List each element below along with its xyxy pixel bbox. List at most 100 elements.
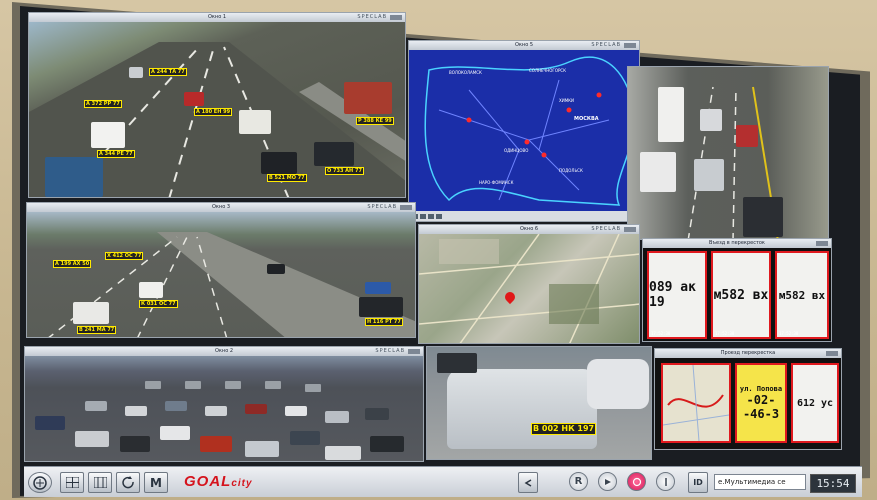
satellite-window-6[interactable]: Окно 6 SPECLAB	[418, 224, 640, 344]
car	[658, 87, 684, 142]
window-controls-icon[interactable]	[826, 351, 838, 356]
arrow-icon	[524, 478, 532, 487]
window-brand: SPECLAB	[375, 348, 405, 354]
map-label: НАРО-ФОМИНСК	[479, 180, 514, 185]
video-window-2[interactable]: Окно 2 SPECLAB	[24, 346, 424, 462]
record-button[interactable]: R	[569, 472, 588, 491]
play-icon	[604, 478, 611, 485]
window-controls-icon[interactable]	[816, 241, 828, 246]
plate-label: В 241 МА 77	[77, 326, 117, 334]
window-title: Окно 6	[519, 226, 539, 232]
target-icon	[632, 477, 641, 486]
plate-capture-window-entry[interactable]: Въезд в перекресток 089 ак 19 17:52:38 м…	[642, 238, 832, 342]
window-titlebar[interactable]: Окно 1 SPECLAB	[29, 13, 405, 22]
window-titlebar[interactable]: Окно 6 SPECLAB	[419, 225, 639, 234]
layout-icon	[93, 477, 107, 488]
window-controls-icon[interactable]	[400, 205, 412, 210]
logo-main: GOAL	[184, 473, 232, 490]
region-map[interactable]: ВОЛОКОЛАМСК СОЛНЕЧНОГОРСК ХИМКИ МОСКВА О…	[409, 50, 639, 211]
target-button[interactable]	[627, 472, 646, 491]
monitor-icon	[33, 475, 47, 490]
id-button[interactable]: ID	[688, 472, 708, 493]
info-button[interactable]	[656, 472, 675, 491]
window-titlebar[interactable]: Окно 2 SPECLAB	[25, 347, 423, 356]
plate-label: А 372 РР 77	[84, 100, 122, 108]
zoom-out-icon[interactable]	[420, 213, 426, 219]
window-controls-icon[interactable]	[624, 227, 636, 232]
video-window-3[interactable]: Окно 3 SPECLAB А 199 АХ 50 Х 412 ОС 77 К…	[26, 202, 416, 338]
plate-crop-text: -02-	[746, 393, 776, 407]
window-brand: SPECLAB	[367, 204, 397, 210]
traffic-video-feed: А 344 РЕ 77 А 372 РР 77 А 180 ЕН 99 В 52…	[29, 22, 405, 197]
window-controls-icon[interactable]	[390, 15, 402, 20]
plate-label: А 199 АХ 50	[53, 260, 92, 268]
clock: 15:54	[810, 474, 856, 493]
car	[314, 142, 354, 166]
refresh-icon	[121, 476, 134, 489]
car	[91, 122, 125, 148]
window-controls-icon[interactable]	[408, 349, 420, 354]
plate-crop: м582 вх 17:52:38	[775, 251, 829, 339]
crop-timestamp: 17:52:38	[715, 331, 735, 336]
grid-button[interactable]	[60, 472, 84, 493]
map-toolbar[interactable]	[409, 211, 639, 221]
plate-crop-text: -46-3	[742, 407, 780, 421]
video-window-top-right[interactable]	[627, 66, 829, 240]
car	[736, 125, 758, 147]
map-label: ВОЛОКОЛАМСК	[449, 70, 482, 75]
refresh-button[interactable]	[116, 472, 140, 493]
map-label: СОЛНЕЧНОГОРСК	[529, 68, 567, 73]
window-title: Окно 3	[211, 204, 231, 210]
mode-m-button[interactable]: M	[144, 472, 168, 493]
plate-crop: ул. Попова -02- -46-3	[735, 363, 787, 443]
window-titlebar[interactable]: Окно 3 SPECLAB	[27, 203, 415, 212]
car	[587, 359, 649, 409]
crop-timestamp: 17:52:38	[779, 331, 799, 336]
video-window-1[interactable]: Окно 1 SPECLAB А 344 РЕ 77 А 372 РР 77 А…	[28, 12, 406, 198]
pan-icon[interactable]	[428, 213, 434, 219]
window-controls-icon[interactable]	[624, 43, 636, 48]
plate-crop: 612 ус	[791, 363, 839, 443]
plate-crop: 089 ак 19 17:52:38	[647, 251, 707, 339]
route-map-thumbnail	[661, 363, 731, 443]
car	[184, 92, 204, 106]
map-label: ПОДОЛЬСК	[559, 168, 583, 173]
plate-crop-text: 089 ак 19	[649, 280, 696, 310]
satellite-map[interactable]	[419, 234, 639, 343]
car	[261, 152, 297, 174]
status-text-field[interactable]: е.Мультимедиа се	[714, 474, 806, 490]
video-window-4[interactable]: В 002 НК 197	[426, 346, 652, 460]
plate-capture-window-pass[interactable]: Проезд перекрестка ул. Попова -02- -46-3…	[654, 348, 842, 450]
plate-label: В 521 МО 77	[267, 174, 307, 182]
plate-crop-text: 612 ус	[796, 397, 834, 409]
map-label: МОСКВА	[574, 116, 599, 122]
plate-label: Р 388 КЕ 99	[356, 117, 394, 125]
grid-icon	[65, 477, 79, 488]
satellite-roads-graphic	[419, 234, 639, 343]
car	[359, 297, 403, 317]
map-window-5[interactable]: Окно 5 SPECLAB ВОЛОКОЛАМСК СОЛНЕЧНОГОРСК…	[408, 40, 640, 222]
map-roads-graphic	[424, 56, 636, 206]
plate-crop-text: м582 вх	[713, 287, 769, 303]
plate-label: А 344 РЕ 77	[97, 150, 135, 158]
plate-label: А 180 ЕН 99	[194, 108, 233, 116]
play-button[interactable]	[598, 472, 617, 491]
car	[239, 110, 271, 134]
back-button[interactable]	[518, 472, 538, 493]
car	[267, 264, 285, 274]
window-titlebar[interactable]: Проезд перекрестка	[655, 349, 841, 358]
car	[743, 197, 783, 237]
car	[640, 152, 676, 192]
plate-label: А 244 ТА 77	[149, 68, 187, 76]
car	[139, 282, 163, 298]
car	[129, 67, 143, 78]
monitor-button[interactable]	[28, 472, 52, 493]
window-titlebar[interactable]: Въезд в перекресток	[643, 239, 831, 248]
plate-label: Н 116 РТ 77	[365, 318, 403, 326]
window-brand: SPECLAB	[591, 42, 621, 48]
goal-city-logo: GOALcity	[184, 473, 253, 490]
layers-icon[interactable]	[436, 213, 442, 219]
window-titlebar[interactable]: Окно 5 SPECLAB	[409, 41, 639, 50]
plate-label: Х 412 ОС 77	[105, 252, 144, 260]
layout-button[interactable]	[88, 472, 112, 493]
